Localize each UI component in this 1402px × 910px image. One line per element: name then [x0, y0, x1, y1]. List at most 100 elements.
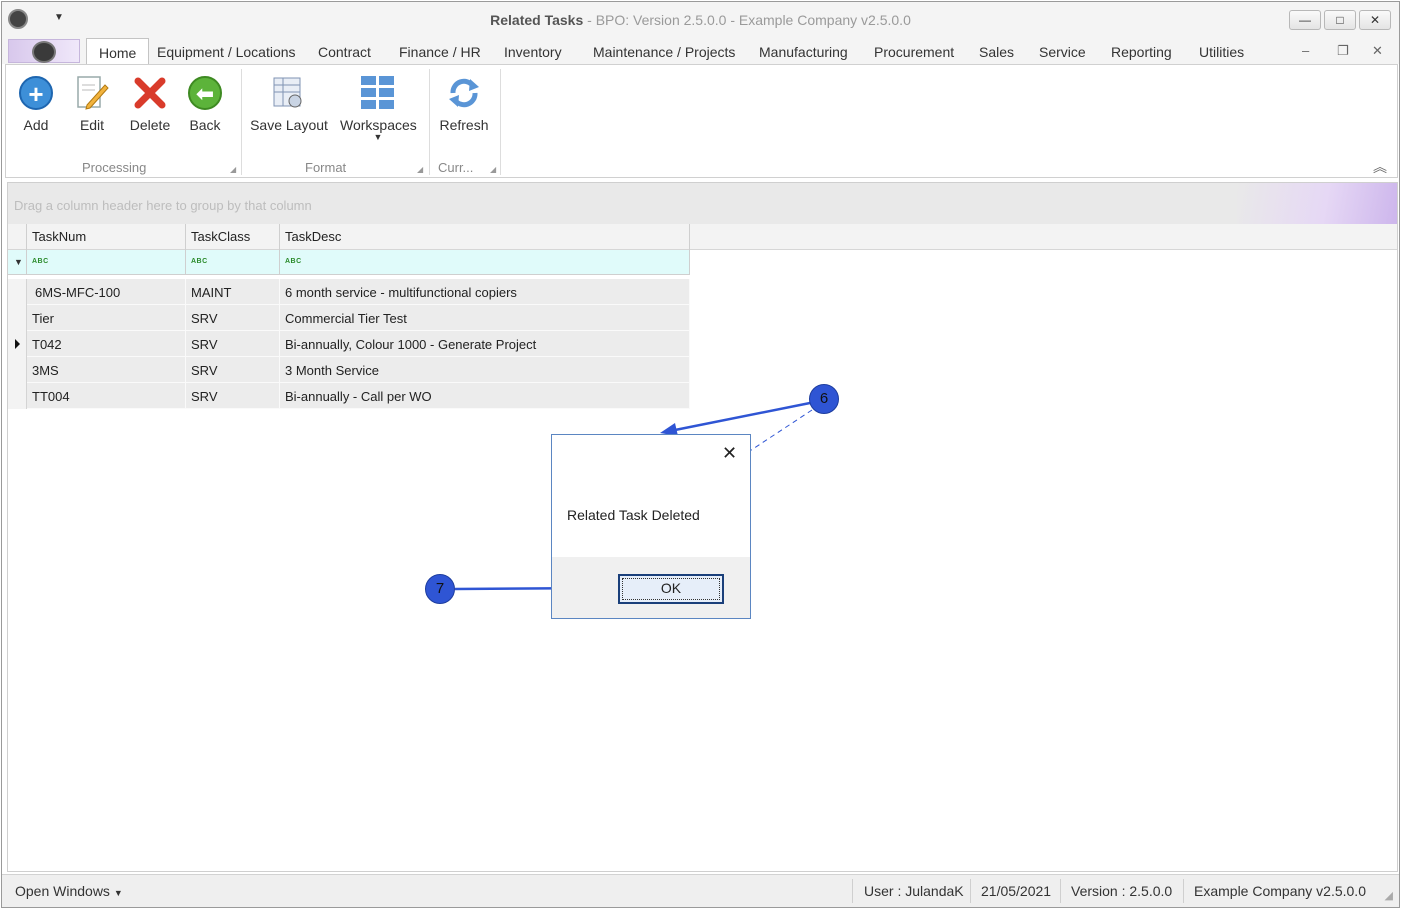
refresh-label: Refresh	[439, 117, 489, 133]
filter-cell-taskdesc[interactable]: ABC	[280, 250, 690, 274]
cell-tasknum: 3MS	[27, 357, 186, 383]
open-windows-button[interactable]: Open Windows ▼	[15, 883, 123, 899]
row-indicator[interactable]	[8, 331, 27, 357]
cell-taskclass: SRV	[186, 305, 280, 331]
cell-taskdesc: Bi-annually, Colour 1000 - Generate Proj…	[280, 331, 690, 357]
column-header-taskdesc[interactable]: TaskDesc	[280, 224, 690, 250]
callout-step-7: 7	[425, 574, 455, 604]
cell-tasknum: Tier	[27, 305, 186, 331]
resize-grip-icon[interactable]: ◢	[1385, 889, 1393, 902]
title-bar: ▼ Related Tasks - BPO: Version 2.5.0.0 -…	[2, 2, 1399, 38]
cell-taskclass: SRV	[186, 357, 280, 383]
workspaces-label: Workspaces	[340, 117, 417, 133]
cell-tasknum: 6MS-MFC-100	[27, 279, 186, 305]
decorative-swoosh	[1237, 183, 1397, 224]
red-x-icon	[134, 77, 166, 109]
ribbon-tabs: Home Equipment / Locations Contract Fina…	[2, 38, 1399, 65]
restore-button[interactable]: □	[1324, 10, 1356, 30]
status-user: User : JulandaK	[864, 883, 964, 899]
row-indicator[interactable]	[8, 383, 27, 409]
tab-utilities[interactable]: Utilities	[1199, 44, 1244, 60]
back-arrow-icon: ⬅	[188, 76, 222, 110]
tab-service[interactable]: Service	[1039, 44, 1086, 60]
table-row[interactable]: Tier SRV Commercial Tier Test	[8, 305, 690, 331]
window-title: Related Tasks - BPO: Version 2.5.0.0 - E…	[2, 12, 1399, 28]
auto-filter-row: ▼ ABC ABC ABC	[8, 250, 690, 275]
mdi-minimize-icon[interactable]: –	[1302, 43, 1309, 58]
edit-button-label: Edit	[79, 117, 105, 133]
column-header-tasknum[interactable]: TaskNum	[27, 224, 186, 250]
back-button[interactable]: ⬅ Back	[187, 75, 223, 133]
open-windows-dropdown-icon: ▼	[113, 888, 123, 898]
status-bar: Open Windows ▼ User : JulandaK 21/05/202…	[2, 874, 1399, 907]
cell-taskclass: SRV	[186, 383, 280, 409]
edit-button[interactable]: Edit	[74, 75, 110, 133]
row-indicator[interactable]	[8, 279, 27, 305]
delete-button[interactable]: Delete	[127, 75, 173, 133]
table-row[interactable]: 3MS SRV 3 Month Service	[8, 357, 690, 383]
cell-tasknum: T042	[27, 331, 186, 357]
table-row-current[interactable]: T042 SRV Bi-annually, Colour 1000 - Gene…	[8, 331, 690, 357]
application-menu-button[interactable]	[8, 39, 80, 63]
window-title-rest: - BPO: Version 2.5.0.0 - Example Company…	[583, 12, 911, 28]
tab-equipment-locations[interactable]: Equipment / Locations	[157, 44, 296, 60]
group-label-currency: Curr...	[438, 160, 474, 175]
group-label-format: Format	[305, 160, 347, 175]
cell-taskdesc: Commercial Tier Test	[280, 305, 690, 331]
tab-finance-hr[interactable]: Finance / HR	[399, 44, 481, 60]
grid-save-icon	[273, 77, 302, 108]
open-windows-label: Open Windows	[15, 883, 110, 899]
cell-tasknum: TT004	[27, 383, 186, 409]
column-header-taskclass[interactable]: TaskClass	[186, 224, 280, 250]
workspaces-dropdown-icon: ▼	[373, 132, 383, 142]
tab-inventory[interactable]: Inventory	[504, 44, 562, 60]
close-button[interactable]: ✕	[1359, 10, 1391, 30]
tab-sales[interactable]: Sales	[979, 44, 1014, 60]
cell-taskclass: SRV	[186, 331, 280, 357]
row-indicator[interactable]	[8, 305, 27, 331]
tab-procurement[interactable]: Procurement	[874, 44, 954, 60]
back-button-label: Back	[189, 117, 221, 133]
pencil-document-icon	[77, 76, 109, 110]
ok-button[interactable]: OK	[618, 574, 724, 604]
tab-home[interactable]: Home	[86, 38, 150, 65]
dialog-close-icon[interactable]: ✕	[722, 443, 737, 464]
workspaces-grid-icon	[361, 76, 394, 109]
mdi-close-icon[interactable]: ✕	[1372, 43, 1383, 59]
status-company: Example Company v2.5.0.0	[1194, 883, 1366, 899]
abc-filter-icon: ABC	[285, 258, 302, 265]
group-by-panel[interactable]: Drag a column header here to group by th…	[8, 183, 1397, 224]
tab-reporting[interactable]: Reporting	[1111, 44, 1172, 60]
abc-filter-icon: ABC	[32, 258, 49, 265]
header-indicator	[8, 224, 27, 250]
status-date: 21/05/2021	[981, 883, 1052, 899]
tab-contract[interactable]: Contract	[318, 44, 371, 60]
refresh-button[interactable]: Refresh	[436, 75, 492, 133]
status-version: Version : 2.5.0.0	[1071, 883, 1173, 899]
plus-circle-icon: +	[19, 76, 53, 110]
add-button-label: Add	[23, 117, 49, 133]
cell-taskdesc: 6 month service - multifunctional copier…	[280, 279, 690, 305]
format-launcher-icon[interactable]: ◢	[417, 165, 423, 174]
minimize-button[interactable]: —	[1289, 10, 1321, 30]
workspaces-button[interactable]: Workspaces ▼	[340, 75, 417, 142]
save-layout-button[interactable]: Save Layout	[249, 75, 329, 133]
filter-cell-tasknum[interactable]: ABC	[27, 250, 186, 274]
current-row-arrow-icon	[15, 339, 20, 349]
filter-cell-taskclass[interactable]: ABC	[186, 250, 280, 274]
delete-button-label: Delete	[129, 117, 171, 133]
collapse-ribbon-icon[interactable]: ︽	[1373, 157, 1387, 177]
processing-launcher-icon[interactable]: ◢	[230, 165, 236, 174]
cell-taskdesc: 3 Month Service	[280, 357, 690, 383]
currency-launcher-icon[interactable]: ◢	[490, 165, 496, 174]
pin-icon: ▼	[14, 257, 23, 267]
table-row[interactable]: 6MS-MFC-100 MAINT 6 month service - mult…	[8, 279, 690, 305]
row-indicator[interactable]	[8, 357, 27, 383]
add-button[interactable]: + Add	[18, 75, 54, 133]
tab-manufacturing[interactable]: Manufacturing	[759, 44, 848, 60]
tab-maintenance-projects[interactable]: Maintenance / Projects	[593, 44, 735, 60]
mdi-restore-icon[interactable]: ❐	[1337, 43, 1349, 59]
window-controls: — □ ✕	[1289, 10, 1391, 30]
table-row[interactable]: TT004 SRV Bi-annually - Call per WO	[8, 383, 690, 409]
cell-taskdesc: Bi-annually - Call per WO	[280, 383, 690, 409]
